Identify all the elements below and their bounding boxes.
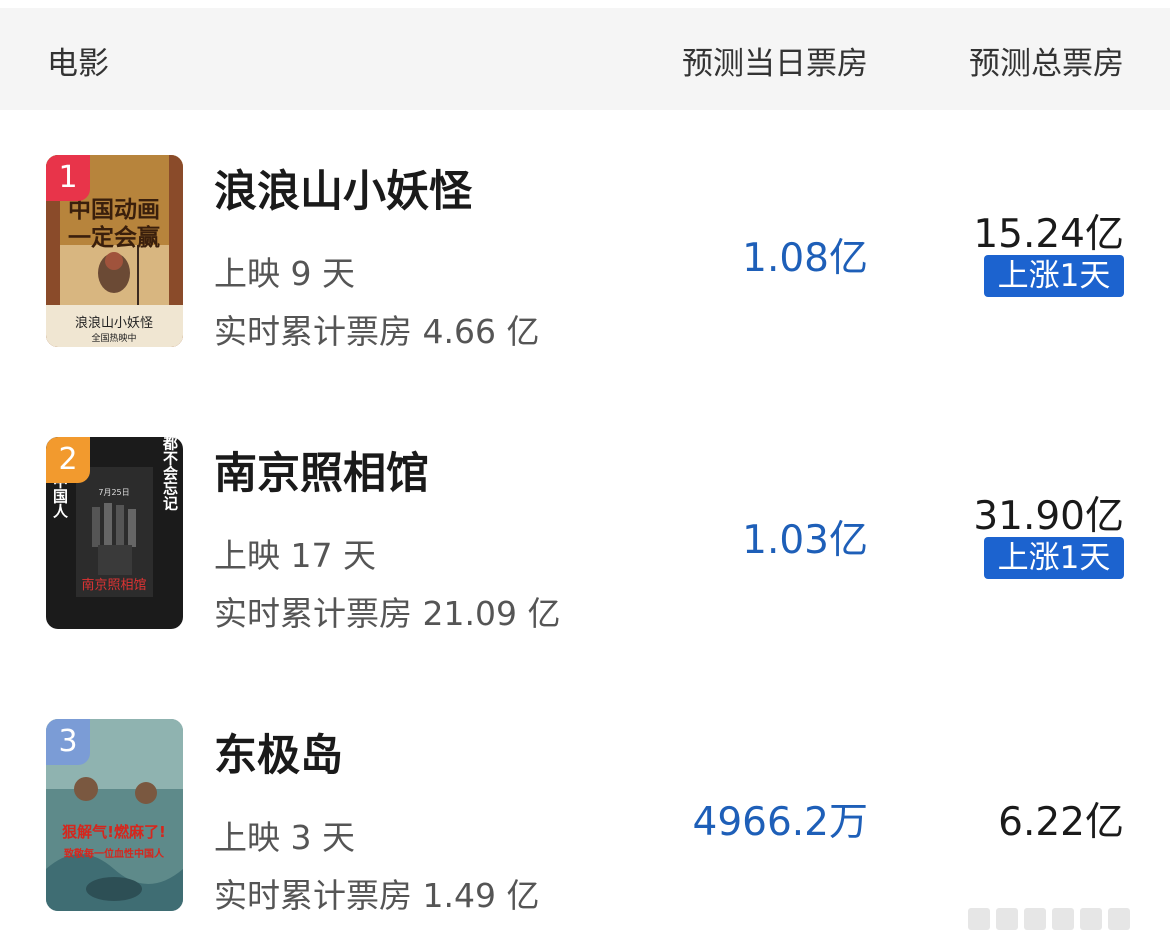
release-days: 上映 3 天 (214, 818, 355, 857)
trend-badge: 上涨1天 (984, 255, 1124, 297)
header-day-forecast[interactable]: 预测当日票房 (682, 38, 868, 83)
cumulative-box-office: 实时累计票房 21.09 亿 (214, 594, 561, 633)
release-days: 上映 17 天 (214, 536, 376, 575)
trend-badge: 上涨1天 (984, 537, 1124, 579)
poster-logo: 南京照相馆 (81, 577, 146, 593)
cumulative-box-office: 实时累计票房 1.49 亿 (214, 876, 540, 915)
total-box-office-forecast: 6.22亿 (998, 800, 1124, 845)
header-movie: 电影 (47, 46, 109, 82)
poster-logo: 浪浪山小妖怪 (75, 316, 153, 331)
total-box-office-forecast: 31.90亿 (973, 494, 1124, 539)
day-box-office-forecast: 4966.2万 (692, 800, 868, 845)
total-box-office-forecast: 15.24亿 (973, 212, 1124, 257)
movie-poster[interactable]: 7月25日 南京照相馆 一个中国人 都不会忘记 2 (46, 437, 183, 629)
table-header: 电影 预测当日票房 预测总票房 (0, 8, 1170, 110)
rank-badge: 1 (46, 155, 90, 201)
movie-title[interactable]: 东极岛 (214, 721, 343, 783)
movie-row[interactable]: 中国动画 一定会赢 浪浪山小妖怪 全国热映中 1 浪浪山小妖怪 上映 9 天 实… (0, 155, 1170, 355)
poster-side-text: 都不会忘记 (161, 437, 179, 512)
movie-poster[interactable]: 中国动画 一定会赢 浪浪山小妖怪 全国热映中 1 (46, 155, 183, 347)
rank-badge: 2 (46, 437, 90, 483)
day-box-office-forecast: 1.08亿 (742, 236, 868, 281)
poster-date: 7月25日 (98, 488, 129, 497)
day-box-office-forecast: 1.03亿 (742, 518, 868, 563)
movie-title[interactable]: 南京照相馆 (214, 439, 429, 501)
movie-poster[interactable]: 狠解气!燃麻了! 致敬每一位血性中国人 3 (46, 719, 183, 911)
movie-title[interactable]: 浪浪山小妖怪 (214, 157, 472, 219)
movie-row[interactable]: 狠解气!燃麻了! 致敬每一位血性中国人 3 东极岛 上映 3 天 实时累计票房 … (0, 719, 1170, 919)
poster-tagline: 全国热映中 (91, 332, 136, 344)
poster-headline: 一定会赢 (68, 224, 160, 251)
cumulative-box-office: 实时累计票房 4.66 亿 (214, 312, 540, 351)
poster-headline: 狠解气!燃麻了! (62, 823, 166, 841)
rank-badge: 3 (46, 719, 90, 765)
release-days: 上映 9 天 (214, 254, 355, 293)
watermark (968, 904, 1148, 934)
poster-subline: 致敬每一位血性中国人 (64, 847, 165, 860)
poster-headline: 中国动画 (68, 197, 160, 223)
movie-row[interactable]: 7月25日 南京照相馆 一个中国人 都不会忘记 2 南京照相馆 上映 17 天 … (0, 437, 1170, 637)
header-total-forecast[interactable]: 预测总票房 (969, 38, 1124, 83)
